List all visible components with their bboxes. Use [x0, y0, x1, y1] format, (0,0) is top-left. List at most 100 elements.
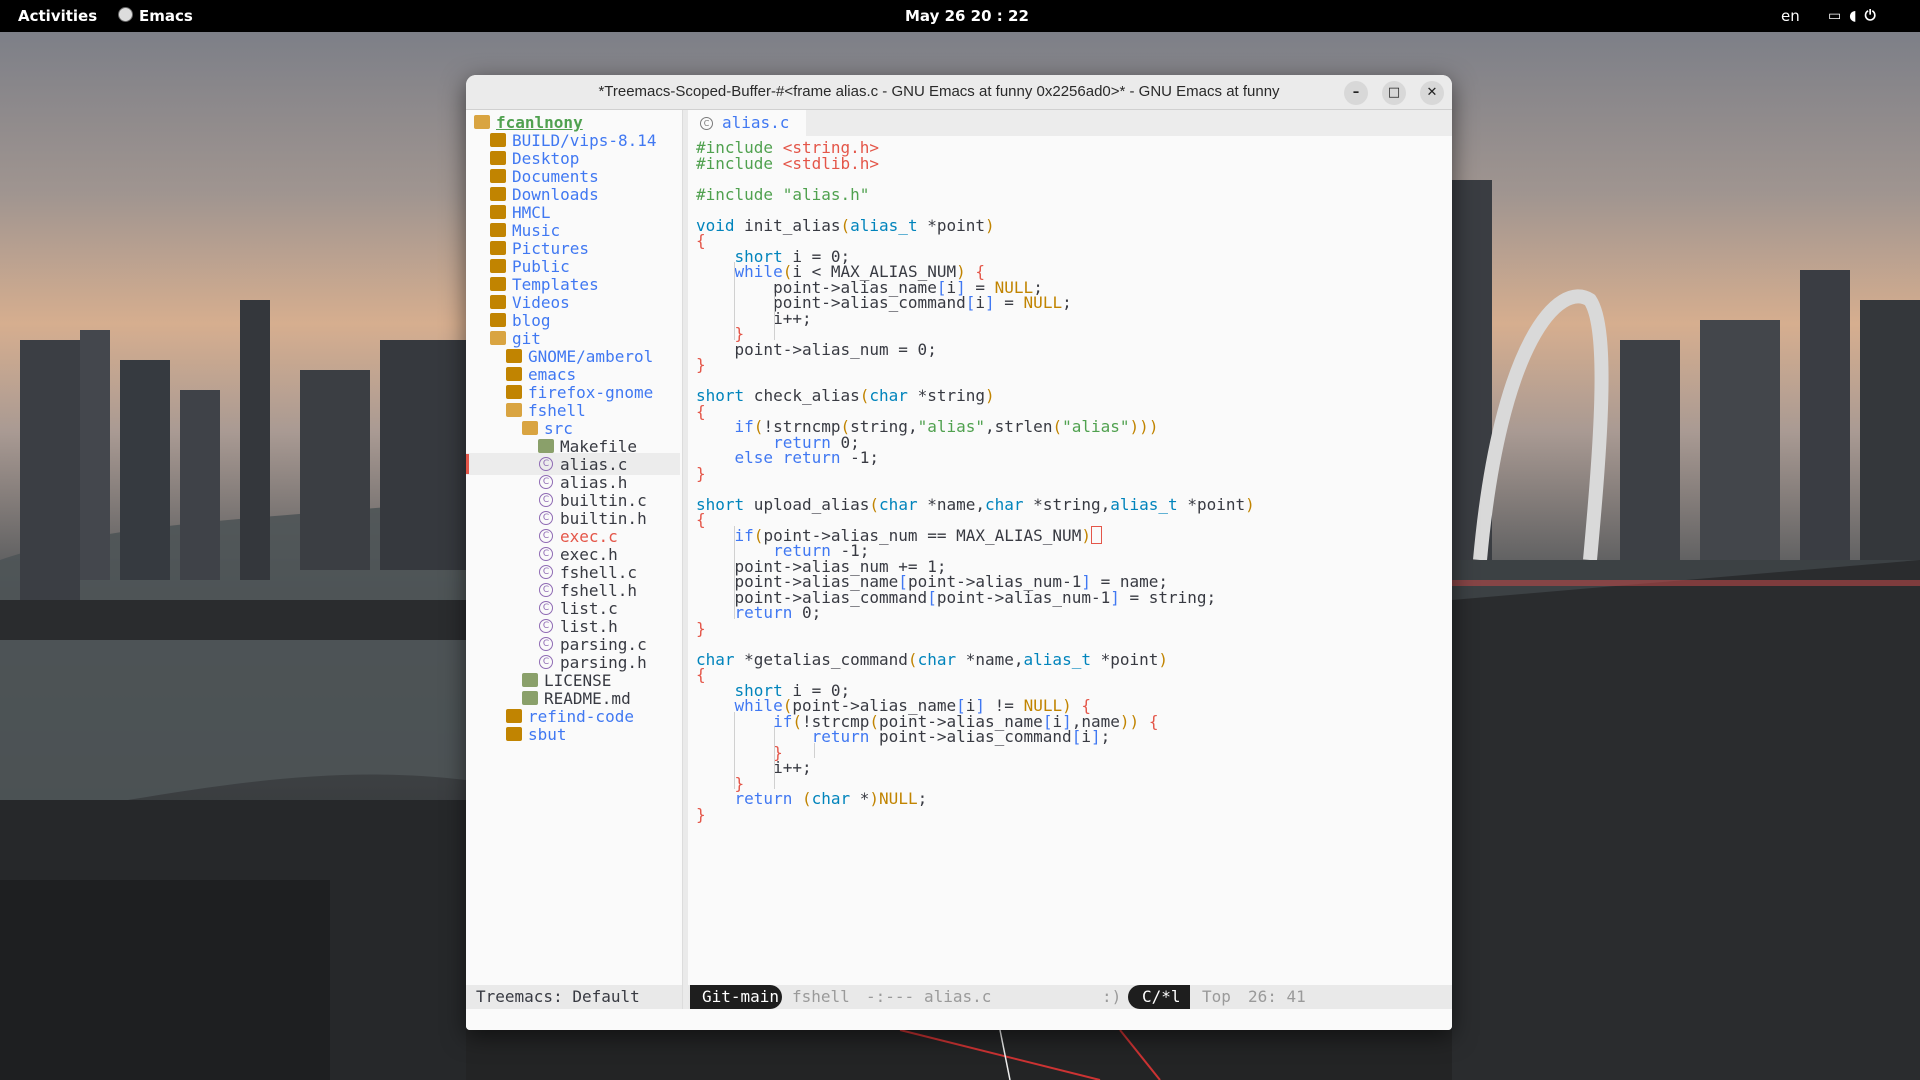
c-file-icon: C [539, 565, 553, 579]
window-title: *Treemacs-Scoped-Buffer-#<frame alias.c … [598, 83, 1280, 100]
tree-item-label: parsing.h [560, 653, 647, 672]
code-line: } [696, 355, 706, 374]
tab-label: alias.c [722, 113, 790, 132]
close-button[interactable]: ✕ [1420, 81, 1444, 105]
c-file-icon: C [539, 583, 553, 597]
mode-indicator: :) [1102, 987, 1122, 1006]
tree-item-label: exec.c [560, 527, 618, 546]
folder-icon [522, 421, 538, 435]
tree-item-label: builtin.c [560, 491, 647, 510]
volume-icon: ◖ [1849, 8, 1865, 24]
folder-icon [490, 241, 506, 255]
power-icon: ⏻ [1864, 8, 1884, 24]
treemacs-root-label: fcanlnony [496, 113, 583, 132]
top-bar: Activities Emacs May 26 20 : 22 en ▭◖⏻ [0, 0, 1920, 32]
c-file-icon: C [539, 457, 553, 471]
major-mode-segment[interactable]: C/*l [1128, 985, 1190, 1009]
code-line: else return -1; [734, 448, 880, 467]
c-file-icon: C [539, 601, 553, 615]
input-language[interactable]: en [1781, 7, 1800, 25]
folder-icon [490, 205, 506, 219]
treemacs-status-text: Treemacs: Default [476, 987, 640, 1006]
buffer-state: -:--- [866, 987, 915, 1006]
minimize-button[interactable]: – [1344, 81, 1368, 105]
text-cursor [1090, 525, 1102, 544]
tree-item-label: Templates [512, 275, 599, 294]
tree-item-label: firefox-gnome [528, 383, 654, 402]
clock[interactable]: May 26 20 : 22 [905, 7, 1029, 25]
makefile-icon [538, 439, 554, 453]
indent-guide [734, 525, 735, 619]
project-name: fshell [792, 987, 850, 1006]
window-titlebar[interactable]: *Treemacs-Scoped-Buffer-#<frame alias.c … [466, 75, 1452, 110]
folder-icon [490, 187, 506, 201]
c-file-icon: C [539, 547, 553, 561]
tree-item-label: LICENSE [544, 671, 612, 690]
code-line: return (char *)NULL; [734, 789, 928, 808]
c-file-icon: C [539, 475, 553, 489]
tree-item-label: HMCL [512, 203, 551, 222]
git-branch: Git-main [702, 987, 780, 1006]
code-line: } [696, 618, 706, 638]
treemacs-sidebar: fcanlnony BUILD/vips-8.14 Desktop Documents… [466, 110, 682, 985]
folder-icon [506, 385, 522, 399]
folder-icon [490, 151, 506, 165]
folder-icon [490, 133, 506, 147]
code-line: } [696, 804, 706, 824]
git-branch-segment[interactable]: Git-main [690, 985, 782, 1009]
code-line: short check_alias(char *string) [696, 386, 995, 405]
maximize-button[interactable]: □ [1382, 81, 1406, 105]
indent-guide [774, 727, 775, 789]
c-file-icon: C [539, 655, 553, 669]
tab-alias-c[interactable]: C alias.c [688, 110, 806, 136]
folder-icon [490, 259, 506, 273]
tree-item-label: list.c [560, 599, 618, 618]
tree-item-label: GNOME/amberol [528, 347, 654, 366]
code-line: void init_alias(alias_t *point) [696, 215, 995, 235]
tree-item-label: sbut [528, 725, 567, 744]
line-column: 26: 41 [1248, 987, 1306, 1006]
folder-icon [490, 169, 506, 183]
system-tray[interactable]: ▭◖⏻ [1828, 8, 1884, 24]
tree-item-label: Downloads [512, 185, 599, 204]
c-file-icon: C [539, 529, 553, 543]
code-line: return 0; [734, 603, 822, 622]
markdown-icon [522, 691, 538, 705]
treemacs-cursor-bar [466, 454, 469, 474]
tree-item-label: blog [512, 311, 551, 330]
activities-button[interactable]: Activities [18, 7, 97, 25]
app-menu[interactable]: Emacs [118, 7, 193, 25]
folder-icon [490, 277, 506, 291]
tree-item-label: Music [512, 221, 561, 240]
folder-icon [490, 313, 506, 327]
tree-item-label: alias.h [560, 473, 628, 492]
app-name: Emacs [139, 7, 193, 25]
tree-item-label: git [512, 329, 541, 348]
emacs-window: *Treemacs-Scoped-Buffer-#<frame alias.c … [466, 75, 1452, 1030]
tree-item-label: BUILD/vips-8.14 [512, 131, 657, 150]
tree-item-label: emacs [528, 365, 577, 384]
indent-guide [814, 742, 815, 758]
window-bottom [466, 1009, 1452, 1030]
code-line: point->alias_num = 0; [696, 339, 937, 359]
tree-item-label: fshell [528, 401, 586, 420]
tree-item-label: Videos [512, 293, 570, 312]
buffer-position: Top [1202, 987, 1231, 1006]
code-line: #include "alias.h" [696, 184, 870, 204]
code-line: } [696, 463, 706, 483]
modeline: Git-main fshell -:--- alias.c :) C/*l To… [688, 985, 1452, 1009]
c-file-icon: C [539, 493, 553, 507]
tree-item-label: src [544, 419, 573, 438]
c-file-icon: C [539, 619, 553, 633]
folder-icon [506, 709, 522, 723]
folder-icon [506, 403, 522, 417]
tree-item-label: Documents [512, 167, 599, 186]
tree-item-label: README.md [544, 689, 631, 708]
tree-item-label: fshell.h [560, 581, 638, 600]
code-editor[interactable]: #include <string.h> #include <stdlib.h> #i… [688, 136, 1452, 985]
tab-bar: C alias.c [688, 110, 1452, 136]
folder-icon [506, 367, 522, 381]
tree-item-label: refind-code [528, 707, 634, 726]
indent-guide [734, 711, 735, 789]
folder-icon [506, 727, 522, 741]
